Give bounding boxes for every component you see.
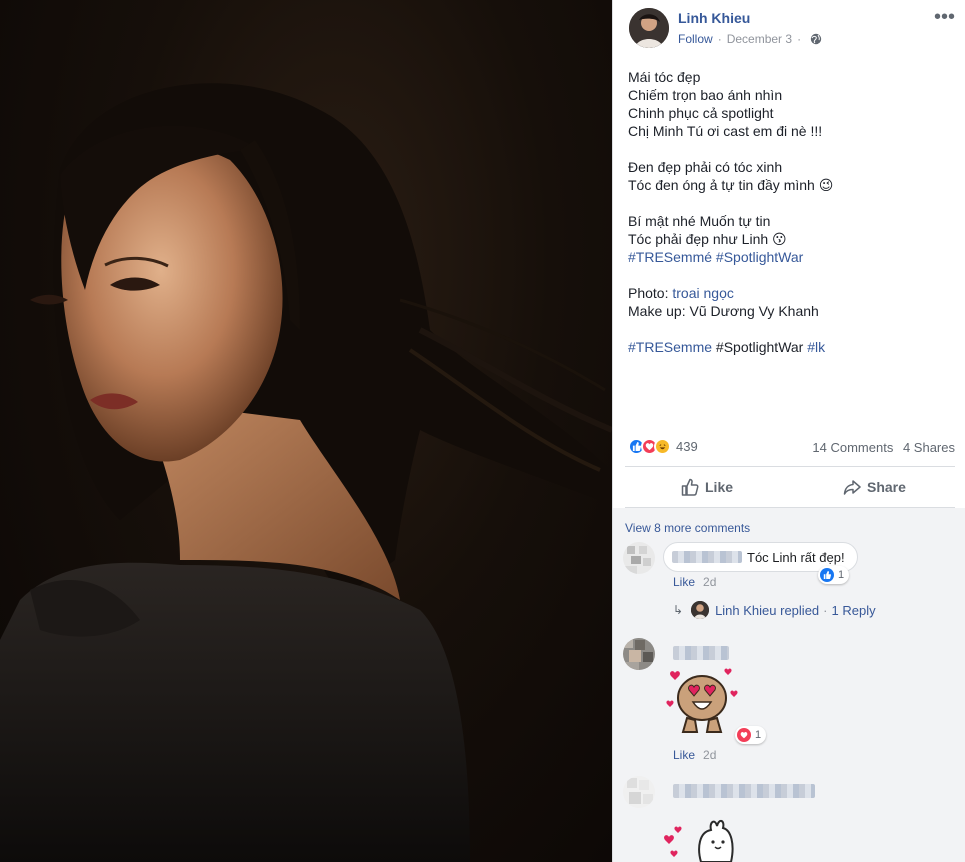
blurred-commenter-name-3 bbox=[673, 784, 815, 798]
globe-icon bbox=[810, 33, 822, 45]
comments-count-link[interactable]: 14 Comments bbox=[812, 440, 893, 455]
photo-label: Photo: bbox=[628, 285, 673, 301]
post-line-blank-3 bbox=[628, 266, 958, 284]
author-avatar[interactable] bbox=[629, 8, 669, 48]
share-button-label: Share bbox=[867, 479, 906, 495]
post-line-blank bbox=[628, 140, 958, 158]
hashtag-line-2: #TRESemme #SpotlightWar #lk bbox=[628, 338, 958, 356]
post-line-blank-2 bbox=[628, 194, 958, 212]
blurred-avatar-1 bbox=[623, 542, 655, 574]
blurred-commenter-name-2 bbox=[673, 646, 729, 660]
reply-verb: replied bbox=[776, 602, 820, 618]
comment-2-reactions[interactable]: 1 bbox=[735, 726, 767, 744]
thumbs-up-icon bbox=[681, 478, 699, 496]
photographer-link[interactable]: troai ngọc bbox=[672, 285, 733, 301]
meta-separator-2: · bbox=[797, 32, 802, 46]
avatar-image bbox=[629, 8, 669, 48]
post-line-7: Tóc đen óng ả tự tin đầy mình 😉 bbox=[628, 177, 834, 193]
post-line-6: Đen đẹp phải có tóc xinh bbox=[628, 159, 783, 175]
post-meta: Follow · December 3 · bbox=[678, 32, 822, 46]
reaction-count: 439 bbox=[676, 439, 698, 454]
reply-separator: · bbox=[823, 602, 828, 618]
post-line-1: Mái tóc đẹp bbox=[628, 69, 701, 85]
blurred-avatar-3 bbox=[623, 776, 655, 808]
comment-1-replies[interactable]: ↳ Linh Khieu replied · 1 Reply bbox=[673, 601, 876, 619]
comment-2-actions: Like 2d bbox=[673, 748, 716, 762]
post-line-3: Chinh phục cả spotlight bbox=[628, 105, 774, 121]
photo-credit-line: Photo: troai ngọc bbox=[628, 284, 958, 302]
post-line-2: Chiếm trọn bao ánh nhìn bbox=[628, 87, 783, 103]
comment-2-time[interactable]: 2d bbox=[703, 748, 716, 762]
blurred-avatar-2 bbox=[623, 638, 655, 670]
haha-reaction-icon bbox=[654, 438, 671, 455]
share-button[interactable]: Share bbox=[843, 474, 906, 500]
comment-1-actions: Like 2d bbox=[673, 575, 716, 589]
like-button[interactable]: Like bbox=[681, 474, 733, 500]
divider-top bbox=[625, 466, 955, 467]
reaction-summary[interactable]: 439 bbox=[628, 438, 698, 455]
comment-2-reaction-count: 1 bbox=[755, 729, 762, 741]
author-name[interactable]: Linh Khieu bbox=[678, 10, 750, 26]
reply-count-link[interactable]: 1 Reply bbox=[832, 603, 876, 618]
comment-2-like-link[interactable]: Like bbox=[673, 748, 695, 762]
comment-1-like-link[interactable]: Like bbox=[673, 575, 695, 589]
hashtag-lk[interactable]: #lk bbox=[807, 339, 825, 355]
reply-author-name[interactable]: Linh Khieu bbox=[715, 603, 776, 618]
commenter-avatar-3[interactable] bbox=[623, 776, 655, 808]
hashtag-line[interactable]: #TRESemmé #SpotlightWar bbox=[628, 248, 958, 266]
reply-author-avatar bbox=[691, 601, 710, 619]
post-stats: 14 Comments 4 Shares bbox=[812, 440, 955, 455]
reply-arrow-icon: ↳ bbox=[673, 603, 684, 617]
comment-2-love-icon bbox=[737, 728, 751, 742]
makeup-credit-line: Make up: Vũ Dương Vy Khanh bbox=[628, 303, 819, 319]
comment-1-reactions[interactable]: 1 bbox=[818, 566, 850, 584]
view-more-comments-link[interactable]: View 8 more comments bbox=[625, 521, 750, 535]
love-eyes-sticker bbox=[666, 668, 738, 733]
follow-link[interactable]: Follow bbox=[678, 32, 713, 46]
post-sidebar: Linh Khieu Follow · December 3 · ••• Mái… bbox=[612, 0, 965, 862]
share-arrow-icon bbox=[843, 480, 861, 495]
like-button-label: Like bbox=[705, 479, 734, 495]
post-photo[interactable] bbox=[0, 0, 612, 862]
comment-1-time[interactable]: 2d bbox=[703, 575, 716, 589]
hashtag-tresemme[interactable]: #TRESemme bbox=[628, 339, 712, 355]
comment-1-reaction-count: 1 bbox=[838, 569, 845, 581]
more-options-button[interactable]: ••• bbox=[934, 6, 955, 29]
shares-count-link[interactable]: 4 Shares bbox=[903, 440, 955, 455]
comments-section: View 8 more comments Tóc Linh rất đẹp! 1… bbox=[613, 508, 965, 862]
bunny-hearts-sticker bbox=[664, 820, 734, 862]
post-line-4: Chị Minh Tú ơi cast em đi nè !!! bbox=[628, 123, 823, 139]
comment-text-1: Tóc Linh rất đẹp! bbox=[747, 549, 845, 565]
meta-separator: · bbox=[717, 32, 722, 46]
post-message: Mái tóc đẹp Chiếm trọn bao ánh nhìn Chin… bbox=[628, 68, 958, 356]
post-line-10: Tóc phải đẹp như Linh 😗 bbox=[628, 231, 787, 247]
hashtag-spotlightwar: #SpotlightWar bbox=[712, 339, 808, 355]
post-line-blank-4 bbox=[628, 320, 958, 338]
blurred-commenter-name-1 bbox=[672, 551, 742, 563]
commenter-avatar-1[interactable] bbox=[623, 542, 655, 574]
portrait-illustration bbox=[0, 83, 612, 862]
comment-1-like-icon bbox=[820, 568, 834, 582]
commenter-avatar-2[interactable] bbox=[623, 638, 655, 670]
post-date[interactable]: December 3 bbox=[727, 32, 792, 46]
post-line-9: Bí mật nhé Muốn tự tin bbox=[628, 213, 771, 229]
